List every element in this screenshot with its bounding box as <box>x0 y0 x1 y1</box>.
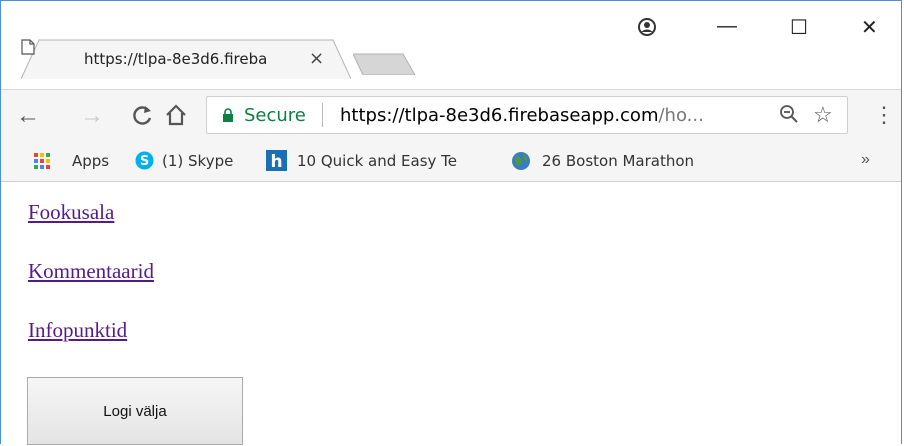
browser-menu-button[interactable]: ⋮ <box>873 102 895 128</box>
url-path: /ho... <box>658 105 704 126</box>
tab-strip: https://tlpa-8e3d6.fireba × — ☐ ✕ <box>1 1 901 89</box>
tab-close-button[interactable]: × <box>309 48 324 69</box>
new-tab-button[interactable] <box>353 53 415 75</box>
lock-icon <box>223 108 233 122</box>
bookmarks-bar: Apps S (1) Skype h 10 Quick and Easy Te … <box>1 141 901 182</box>
zoom-icon[interactable] <box>779 104 799 124</box>
reload-icon[interactable] <box>132 104 154 126</box>
bookmark-star-icon[interactable]: ☆ <box>813 102 833 128</box>
address-separator <box>322 103 323 127</box>
secure-label: Secure <box>244 105 306 126</box>
bookmark-apps[interactable]: Apps <box>72 152 109 170</box>
globe-icon <box>512 152 530 170</box>
url-host: https://tlpa-8e3d6.firebaseapp.com <box>340 105 659 126</box>
browser-toolbar: ← → Secure https://tlpa-8e3d6.firebaseap… <box>1 89 901 142</box>
address-bar[interactable]: Secure https://tlpa-8e3d6.firebaseapp.co… <box>206 96 848 134</box>
bookmark-boston-marathon[interactable]: 26 Boston Marathon <box>542 152 694 170</box>
skype-icon: S <box>135 151 154 170</box>
page-icon <box>21 39 35 55</box>
logout-button[interactable]: Logi välja <box>27 377 243 445</box>
svg-text:S: S <box>140 154 149 169</box>
maximize-button[interactable]: ☐ <box>790 15 808 40</box>
h-icon: h <box>266 150 287 171</box>
link-infopunktid[interactable]: Infopunktid <box>28 318 127 343</box>
back-button[interactable]: ← <box>16 102 40 130</box>
url-text[interactable]: https://tlpa-8e3d6.firebaseapp.com/ho... <box>340 105 704 126</box>
minimize-button[interactable]: — <box>717 15 737 38</box>
tab-title: https://tlpa-8e3d6.fireba <box>84 50 268 68</box>
link-kommentaarid[interactable]: Kommentaarid <box>28 259 154 284</box>
bookmarks-overflow-button[interactable]: » <box>861 151 870 169</box>
close-window-button[interactable]: ✕ <box>861 15 878 40</box>
bookmark-skype[interactable]: (1) Skype <box>162 152 233 170</box>
bookmark-quick-easy[interactable]: 10 Quick and Easy Te <box>297 152 475 170</box>
page-content: Fookusala Kommentaarid Infopunktid Logi … <box>1 182 901 445</box>
svg-text:h: h <box>270 152 282 171</box>
link-fookusala[interactable]: Fookusala <box>28 200 114 225</box>
browser-tab[interactable]: https://tlpa-8e3d6.fireba × <box>21 39 351 79</box>
apps-grid-icon <box>34 153 50 169</box>
profile-icon[interactable] <box>637 17 657 37</box>
forward-button[interactable]: → <box>80 102 104 130</box>
home-icon[interactable] <box>164 103 188 127</box>
browser-window: https://tlpa-8e3d6.fireba × — ☐ ✕ ← → Se… <box>0 0 902 445</box>
